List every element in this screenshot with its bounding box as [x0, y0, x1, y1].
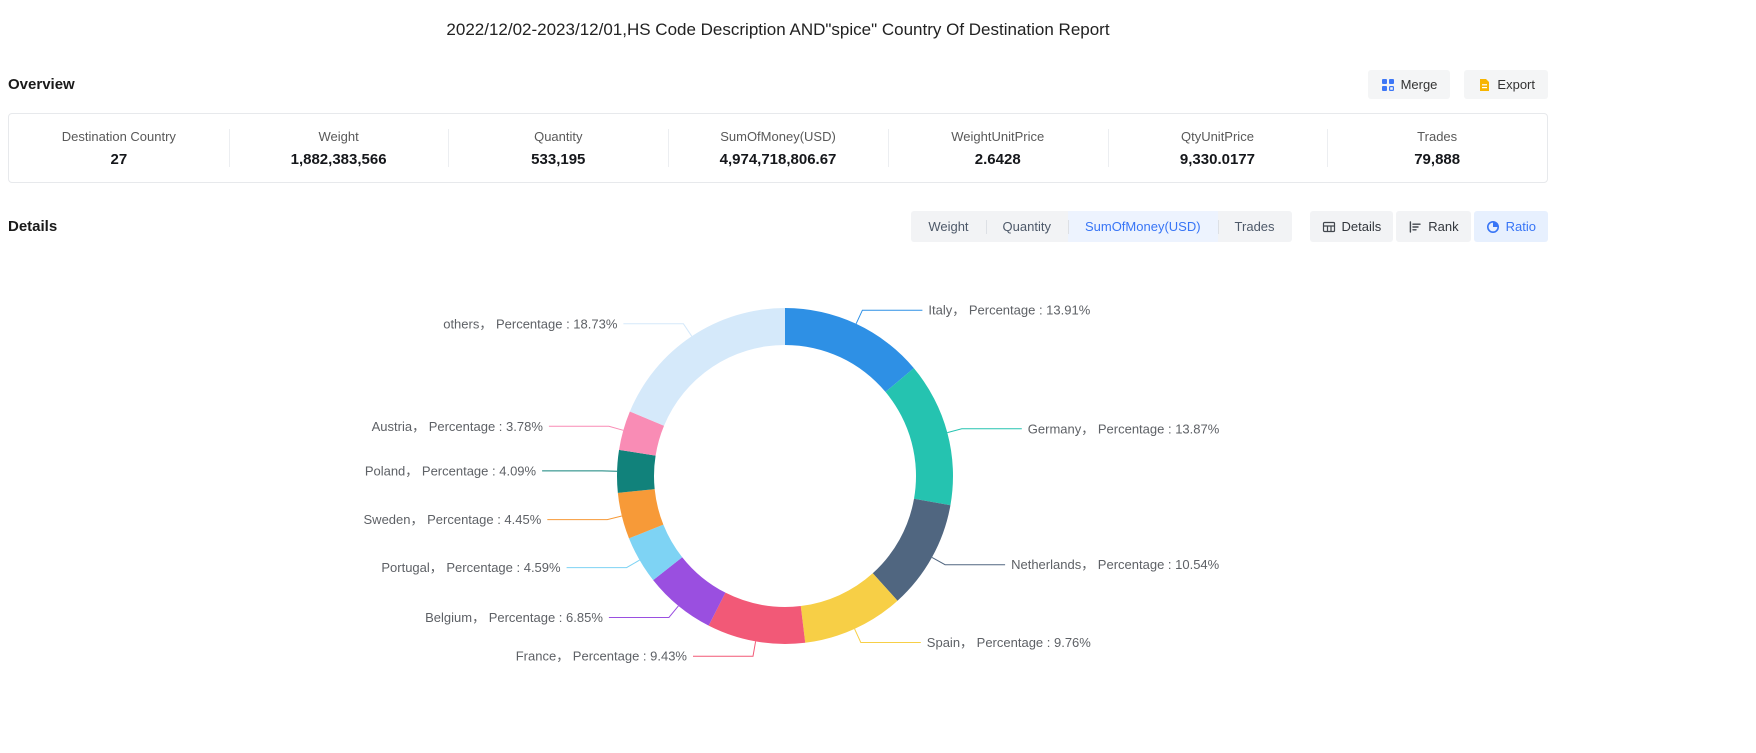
overview-stats-card: Destination Country 27Weight 1,882,383,566…	[8, 113, 1548, 183]
stat-label: Quantity	[448, 129, 668, 144]
view-tab-label: Rank	[1428, 219, 1458, 234]
stat-value: 533,195	[448, 151, 668, 168]
pie-label-netherlands: Netherlands， Percentage : 10.54%	[1011, 557, 1220, 572]
stat-weight: Weight 1,882,383,566	[229, 129, 449, 168]
pie-slice-poland[interactable]	[617, 450, 656, 493]
pie-label-sweden: Sweden， Percentage : 4.45%	[364, 512, 542, 527]
stat-value: 79,888	[1327, 151, 1547, 168]
stat-label: QtyUnitPrice	[1108, 129, 1328, 144]
stat-label: WeightUnitPrice	[888, 129, 1108, 144]
pie-slice-france[interactable]	[709, 593, 806, 644]
pie-label-france: France， Percentage : 9.43%	[516, 649, 688, 664]
pie-leader-italy	[856, 310, 922, 324]
view-tab-rank[interactable]: Rank	[1396, 211, 1470, 242]
pie-slice-others[interactable]	[630, 308, 785, 426]
stat-destination-country: Destination Country 27	[9, 129, 229, 168]
metric-tabs: WeightQuantitySumOfMoney(USD)Trades	[911, 211, 1291, 242]
pie-label-belgium: Belgium， Percentage : 6.85%	[425, 610, 603, 625]
merge-button[interactable]: Merge	[1368, 70, 1451, 99]
pie-label-germany: Germany， Percentage : 13.87%	[1028, 421, 1220, 436]
details-header-row: Details WeightQuantitySumOfMoney(USD)Tra…	[0, 211, 1556, 242]
stat-value: 2.6428	[888, 151, 1108, 168]
pie-slice-italy[interactable]	[785, 308, 914, 392]
pie-label-austria: Austria， Percentage : 3.78%	[372, 419, 544, 434]
pie-leader-france	[693, 641, 756, 656]
report-page: 2022/12/02-2023/12/01,HS Code Descriptio…	[0, 0, 1556, 743]
donut-chart-svg: Italy， Percentage : 13.91% Germany， Perce…	[8, 252, 1556, 743]
overview-heading: Overview	[8, 76, 75, 93]
tab-trades[interactable]: Trades	[1218, 211, 1292, 242]
tab-quantity[interactable]: Quantity	[986, 211, 1068, 242]
export-icon	[1477, 78, 1491, 92]
stat-qtyunitprice: QtyUnitPrice 9,330.0177	[1108, 129, 1328, 168]
export-button-label: Export	[1497, 77, 1535, 92]
stat-value: 4,974,718,806.67	[668, 151, 888, 168]
stat-value: 1,882,383,566	[229, 151, 449, 168]
pie-leader-germany	[947, 429, 1022, 433]
pie-label-others: others， Percentage : 18.73%	[443, 316, 618, 331]
pie-label-poland: Poland， Percentage : 4.09%	[365, 463, 537, 478]
pie-leader-others	[623, 324, 691, 337]
stat-value: 9,330.0177	[1108, 151, 1328, 168]
details-heading: Details	[8, 218, 57, 235]
ratio-icon	[1486, 220, 1500, 234]
stat-label: Weight	[229, 129, 449, 144]
details-tab-area: WeightQuantitySumOfMoney(USD)Trades Deta…	[911, 211, 1548, 242]
pie-leader-portugal	[567, 560, 640, 568]
stat-value: 27	[9, 151, 229, 168]
pie-label-italy: Italy， Percentage : 13.91%	[928, 303, 1090, 318]
stat-weightunitprice: WeightUnitPrice 2.6428	[888, 129, 1108, 168]
pie-leader-netherlands	[932, 557, 1005, 564]
table-icon	[1322, 220, 1336, 234]
pie-label-portugal: Portugal， Percentage : 4.59%	[381, 560, 561, 575]
stat-sumofmoney-usd: SumOfMoney(USD) 4,974,718,806.67	[668, 129, 888, 168]
overview-actions: Merge Export	[1368, 70, 1548, 99]
stat-trades: Trades 79,888	[1327, 129, 1547, 168]
merge-icon	[1381, 78, 1395, 92]
pie-label-spain: Spain， Percentage : 9.76%	[927, 635, 1091, 650]
page-title: 2022/12/02-2023/12/01,HS Code Descriptio…	[0, 0, 1556, 40]
donut-chart: Italy， Percentage : 13.91% Germany， Perce…	[0, 252, 1556, 743]
overview-header-row: Overview Merge Export	[0, 70, 1556, 99]
pie-slice-germany[interactable]	[885, 368, 953, 505]
view-tab-label: Details	[1342, 219, 1382, 234]
export-button[interactable]: Export	[1464, 70, 1548, 99]
view-tab-ratio[interactable]: Ratio	[1474, 211, 1548, 242]
tab-weight[interactable]: Weight	[911, 211, 985, 242]
view-tabs: Details Rank Ratio	[1310, 211, 1548, 242]
pie-leader-spain	[855, 629, 921, 643]
stat-quantity: Quantity 533,195	[448, 129, 668, 168]
stat-label: Trades	[1327, 129, 1547, 144]
stat-label: Destination Country	[9, 129, 229, 144]
rank-icon	[1408, 220, 1422, 234]
pie-slice-netherlands[interactable]	[873, 499, 951, 601]
view-tab-label: Ratio	[1506, 219, 1536, 234]
pie-leader-belgium	[609, 606, 679, 618]
tab-sumofmoney-usd[interactable]: SumOfMoney(USD)	[1068, 211, 1218, 242]
stat-label: SumOfMoney(USD)	[668, 129, 888, 144]
pie-leader-sweden	[547, 516, 622, 520]
view-tab-details[interactable]: Details	[1310, 211, 1394, 242]
merge-button-label: Merge	[1401, 77, 1438, 92]
pie-leader-austria	[549, 426, 623, 430]
